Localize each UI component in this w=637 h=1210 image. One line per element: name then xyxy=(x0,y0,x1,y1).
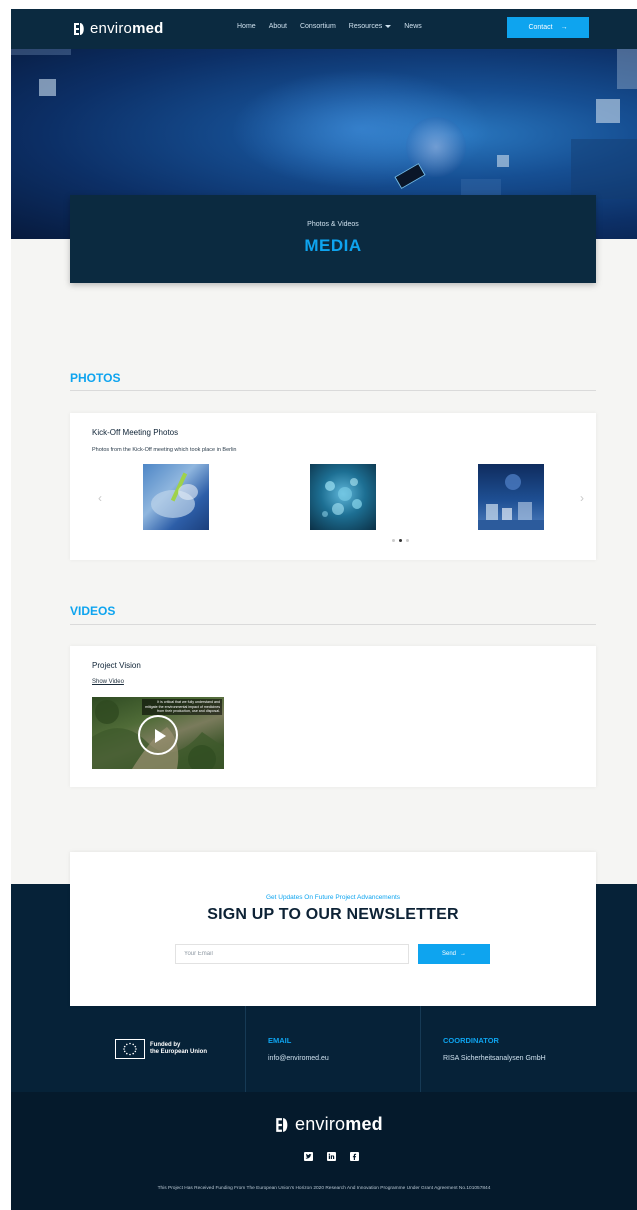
footer-coordinator-heading: COORDINATOR xyxy=(443,1036,499,1045)
eu-funding-line1: Funded by xyxy=(150,1041,181,1048)
page-title-box: Photos & Videos MEDIA xyxy=(70,195,596,283)
newsletter-subtitle: Get Updates On Future Project Advancemen… xyxy=(265,894,401,901)
enviromed-logo-icon xyxy=(73,22,86,36)
carousel-dot-3[interactable] xyxy=(406,539,409,542)
eu-funding-line2: the European Union xyxy=(150,1049,207,1055)
footer-bottom-bar xyxy=(11,1092,637,1210)
nav-about[interactable]: About xyxy=(269,23,287,30)
nav-resources[interactable]: Resources xyxy=(348,23,392,30)
hero-square xyxy=(596,99,620,123)
video-caption: It is critical that we fully understand … xyxy=(142,699,222,715)
footer-legal-text: This Project Has Received Funding From T… xyxy=(157,1186,491,1191)
photos-divider xyxy=(70,390,596,391)
carousel-dot-2[interactable] xyxy=(399,539,402,542)
videos-card: Project Vision Show Video It is critical… xyxy=(70,646,596,787)
arrow-right-icon: → xyxy=(460,951,466,957)
photo-thumb-1[interactable] xyxy=(143,464,209,530)
photos-card: Kick-Off Meeting Photos Photos from the … xyxy=(70,413,596,560)
footer-email-heading: EMAIL xyxy=(268,1036,292,1045)
contact-button[interactable]: Contact → xyxy=(507,17,589,38)
photos-section-title: PHOTOS xyxy=(70,371,121,385)
footer-coordinator-value: RISA Sicherheitsanalysen GmbH xyxy=(443,1055,546,1062)
send-button-label: Send xyxy=(441,951,456,957)
hero-square xyxy=(497,155,509,167)
page-subtitle: Photos & Videos xyxy=(307,221,359,228)
contact-button-label: Contact xyxy=(528,24,553,31)
chevron-left-icon[interactable]: ‹ xyxy=(98,491,102,505)
arrow-right-icon: → xyxy=(560,24,568,31)
eu-funding-badge: Funded by the European Union xyxy=(115,1039,207,1059)
nav-consortium[interactable]: Consortium xyxy=(300,23,336,30)
video-card-title: Project Vision xyxy=(92,661,141,670)
nav-news[interactable]: News xyxy=(404,23,422,30)
newsletter-send-button[interactable]: Send → xyxy=(418,944,490,964)
photos-card-title: Kick-Off Meeting Photos xyxy=(92,428,179,437)
caret-down-icon xyxy=(385,24,392,28)
footer-logo-wordmark: enviromed xyxy=(295,1114,383,1134)
eu-flag-icon xyxy=(115,1039,145,1059)
footer-divider xyxy=(420,1006,421,1092)
footer-email-value[interactable]: info@enviromed.eu xyxy=(268,1055,329,1062)
play-icon[interactable] xyxy=(138,715,178,755)
newsletter-title: SIGN UP TO OUR NEWSLETTER xyxy=(207,906,459,923)
page-title: MEDIA xyxy=(304,236,362,255)
social-links xyxy=(304,1152,359,1161)
videos-section-title: VIDEOS xyxy=(70,604,116,618)
footer-logo[interactable]: enviromed xyxy=(275,1114,383,1135)
carousel-pagination xyxy=(392,539,409,542)
hero-square xyxy=(617,49,637,89)
newsletter-box: Get Updates On Future Project Advancemen… xyxy=(70,852,596,1006)
linkedin-icon[interactable] xyxy=(327,1152,336,1161)
videos-divider xyxy=(70,624,596,625)
facebook-icon[interactable] xyxy=(350,1152,359,1161)
newsletter-email-input[interactable] xyxy=(175,944,409,964)
site-logo[interactable]: enviromed xyxy=(73,20,164,37)
logo-wordmark: enviromed xyxy=(90,20,164,37)
top-navigation: enviromed Home About Consortium Resource… xyxy=(11,9,637,49)
hero-square xyxy=(571,139,637,199)
photo-thumb-3[interactable] xyxy=(478,464,544,530)
hero-square xyxy=(39,79,56,96)
video-thumbnail[interactable]: It is critical that we fully understand … xyxy=(92,697,224,769)
photos-card-description: Photos from the Kick-Off meeting which t… xyxy=(92,447,237,453)
footer-divider xyxy=(245,1006,246,1092)
photo-thumb-2[interactable] xyxy=(310,464,376,530)
enviromed-logo-icon xyxy=(275,1117,290,1133)
page: enviromed Home About Consortium Resource… xyxy=(11,9,637,1210)
nav-resources-label: Resources xyxy=(348,23,383,30)
hero-square xyxy=(11,49,71,55)
chevron-right-icon[interactable]: › xyxy=(580,491,584,505)
eu-funding-text: Funded by the European Union xyxy=(150,1042,207,1057)
nav-menu: Home About Consortium Resources News xyxy=(237,23,435,30)
show-video-link[interactable]: Show Video xyxy=(92,679,124,685)
carousel-dot-1[interactable] xyxy=(392,539,395,542)
twitter-icon[interactable] xyxy=(304,1152,313,1161)
nav-home[interactable]: Home xyxy=(237,23,256,30)
